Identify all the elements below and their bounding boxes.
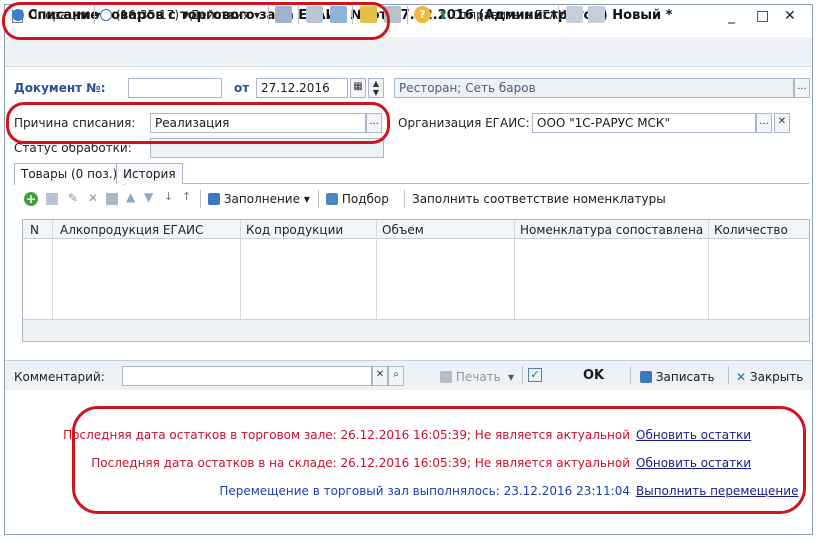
list-icon[interactable] — [588, 6, 605, 23]
print-menu-arrow[interactable]: ▾ — [508, 370, 514, 384]
columns-icon[interactable] — [566, 6, 583, 23]
send-to-egais-button[interactable]: ⬆ Отправить в ЕГАИС — [438, 8, 575, 22]
company-select-button[interactable]: ... — [794, 78, 810, 98]
org-select-button[interactable]: ... — [756, 113, 772, 133]
minimize-icon[interactable]: _ — [728, 8, 735, 24]
printer-icon — [440, 371, 452, 383]
column-header-n[interactable]: N — [30, 223, 39, 237]
floppy-disk-icon — [640, 371, 652, 383]
comment-clear-icon[interactable]: ✕ — [372, 366, 388, 386]
column-header-quantity[interactable]: Количество — [714, 223, 788, 237]
save-button[interactable]: Записать — [640, 370, 715, 384]
print-button[interactable]: Печать — [440, 370, 501, 384]
delete-row-icon[interactable]: ✕ — [88, 191, 98, 205]
grid-toolbar-separator — [200, 190, 201, 208]
move-up-icon[interactable]: ▲ — [126, 190, 135, 204]
main-toolbar — [5, 37, 812, 67]
move-down-icon[interactable]: ▼ — [144, 190, 153, 204]
sort-desc-icon[interactable]: ↑ — [182, 190, 191, 203]
fill-icon — [208, 193, 220, 205]
company-field[interactable]: Ресторан; Сеть баров — [394, 78, 794, 98]
comment-label: Комментарий: — [14, 370, 105, 384]
bottom-separator — [630, 366, 631, 384]
close-button[interactable]: ✕ Закрыть — [736, 370, 803, 384]
grid-toolbar-separator — [318, 190, 319, 208]
bottom-separator — [522, 366, 523, 384]
date-field[interactable]: 27.12.2016 — [256, 78, 348, 98]
copy-row-icon[interactable] — [46, 193, 58, 205]
column-header-volume[interactable]: Объем — [382, 223, 424, 237]
maximize-icon[interactable]: □ — [756, 8, 769, 24]
checkmark-icon[interactable]: ✓ — [528, 368, 542, 382]
toolbar-separator — [407, 6, 408, 24]
help-icon[interactable]: ? — [414, 6, 431, 23]
ok-button[interactable]: OK — [583, 368, 604, 383]
comment-field[interactable] — [122, 366, 372, 386]
table-footer — [23, 319, 809, 341]
column-header-matched[interactable]: Номенклатура сопоставлена — [520, 223, 703, 237]
select-button[interactable]: Подбор — [326, 192, 389, 206]
grid-toolbar-separator — [404, 190, 405, 208]
upload-arrow-icon: ⬆ — [438, 8, 449, 22]
highlight-oval-title — [2, 2, 390, 40]
highlight-oval-reason — [6, 102, 390, 144]
toolbar-separator — [558, 6, 559, 24]
date-label: от — [234, 81, 250, 95]
fill-menu[interactable]: Заполнение ▾ — [208, 192, 310, 206]
comment-search-icon[interactable]: ⌕ — [388, 366, 404, 386]
bottom-separator — [728, 366, 729, 384]
end-edit-icon[interactable] — [106, 193, 118, 205]
calendar-icon[interactable]: ▦ — [350, 78, 366, 98]
tab-goods[interactable]: Товары (0 поз.) — [14, 163, 125, 185]
close-x-icon: ✕ — [736, 370, 747, 384]
egais-org-label: Организация ЕГАИС: — [398, 116, 530, 130]
edit-row-icon[interactable]: ✎ — [68, 191, 78, 205]
select-icon — [326, 193, 338, 205]
column-header-alcohol[interactable]: Алкопродукция ЕГАИС — [60, 223, 203, 237]
clear-icon[interactable]: ✕ — [774, 113, 790, 133]
egais-org-field[interactable]: ООО "1С-РАРУС МСК" — [532, 113, 756, 133]
close-icon[interactable]: ✕ — [784, 8, 796, 24]
document-number-label: Документ №: — [14, 81, 106, 95]
sort-asc-icon[interactable]: ↓ — [164, 190, 173, 203]
match-nomenclature-button[interactable]: Заполнить соответствие номенклатуры — [412, 192, 666, 206]
tab-history[interactable]: История — [116, 163, 183, 184]
document-number-field[interactable] — [128, 78, 222, 98]
add-row-icon[interactable]: + — [24, 192, 38, 206]
date-spin-icon[interactable]: ▲ ▼ — [368, 78, 384, 98]
column-header-product-code[interactable]: Код продукции — [246, 223, 343, 237]
highlight-oval-info — [72, 406, 806, 514]
